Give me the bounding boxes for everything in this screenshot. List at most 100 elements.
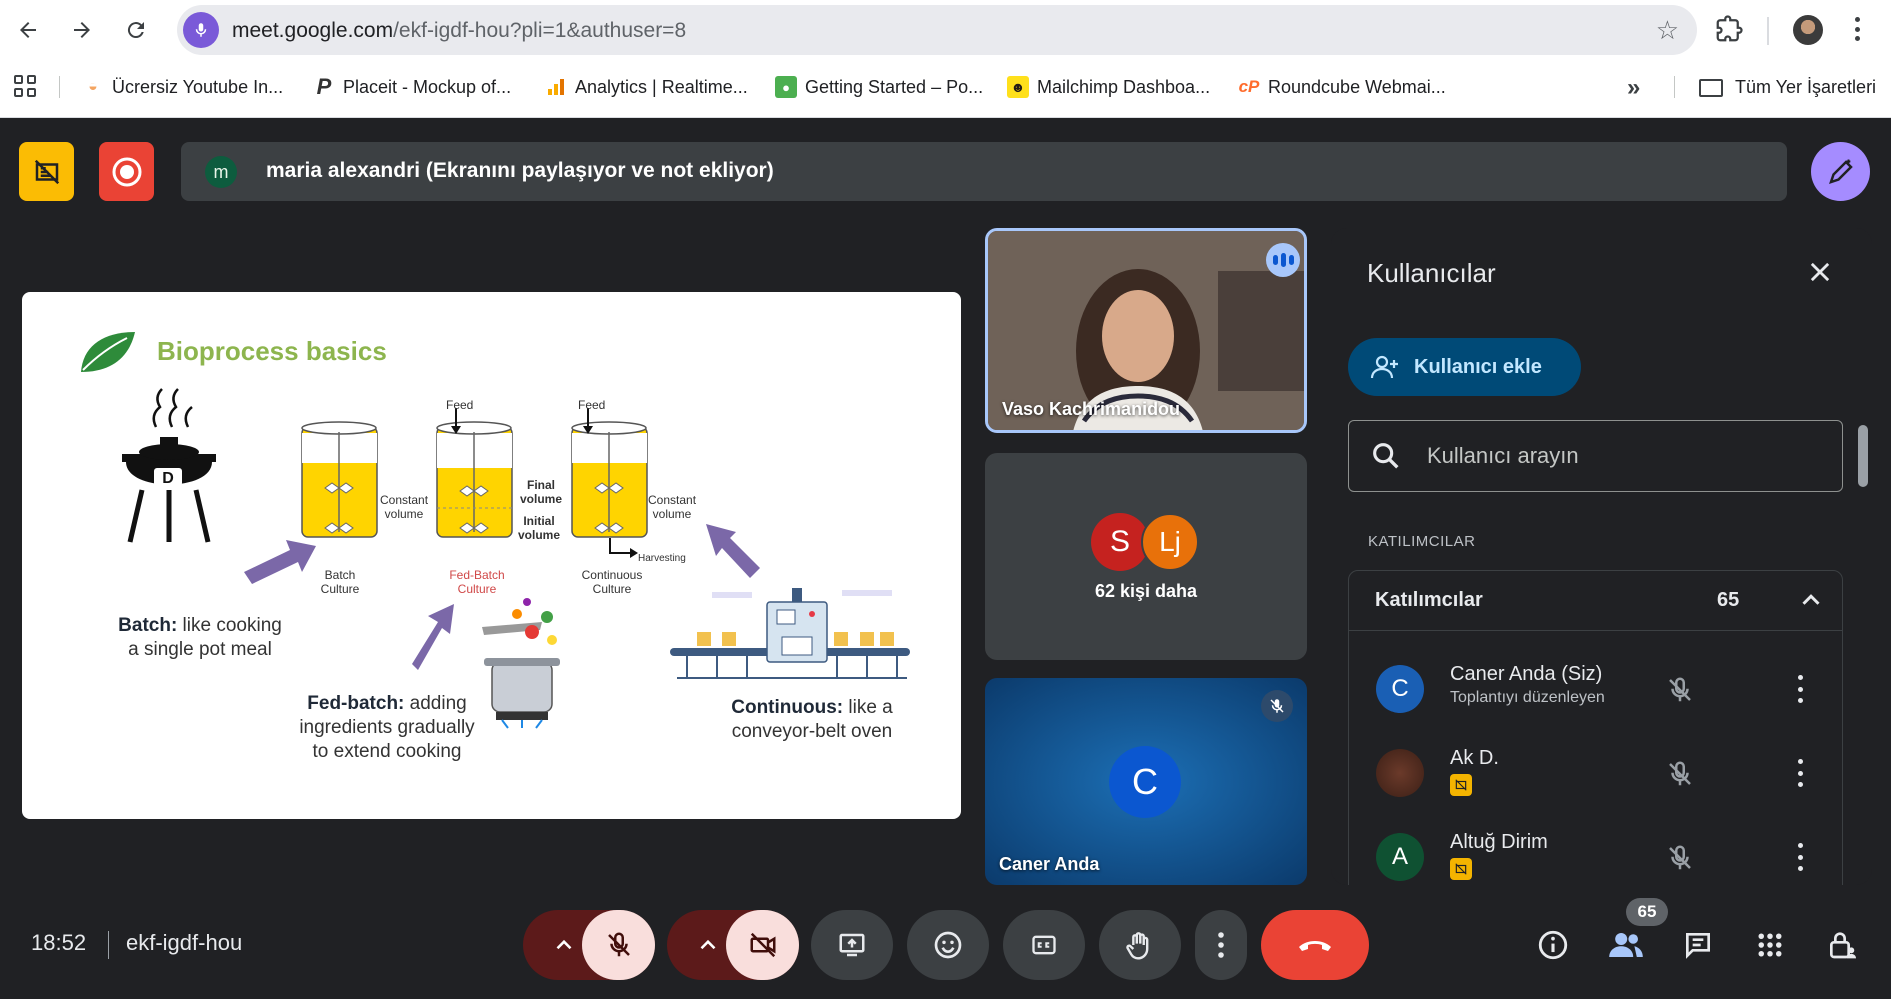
present-to-all-icon <box>839 933 865 957</box>
batch-culture-label: Batch Culture <box>320 568 360 596</box>
more-participants-tile[interactable]: S Lj 62 kişi daha <box>985 453 1307 660</box>
chat-button[interactable] <box>1678 925 1718 965</box>
apps-grid-icon[interactable] <box>14 75 36 97</box>
browser-toolbar: meet.google.com/ekf-igdf-hou?pli=1&authu… <box>0 0 1891 62</box>
url-path: /ekf-igdf-hou?pli=1&authuser=8 <box>393 19 687 42</box>
activities-button[interactable] <box>1750 925 1790 965</box>
harvesting-label: Harvesting <box>638 553 686 564</box>
reactions-button[interactable] <box>907 910 989 980</box>
meeting-time: 18:52 <box>31 930 87 955</box>
chevron-up-icon[interactable] <box>551 932 577 958</box>
participant-more-button[interactable] <box>1795 675 1805 703</box>
participant-more-button[interactable] <box>1795 843 1805 871</box>
camera-toggle-button[interactable] <box>726 910 799 980</box>
chevron-up-icon <box>1802 594 1820 605</box>
bookmark-roundcube[interactable]: cP Roundcube Webmai... <box>1238 74 1446 100</box>
forward-button[interactable] <box>64 12 100 48</box>
group-count: 65 <box>1717 589 1740 611</box>
bookmark-analytics[interactable]: Analytics | Realtime... <box>545 74 748 100</box>
bookmark-star-icon[interactable]: ☆ <box>1656 15 1679 46</box>
panel-title: Kullanıcılar <box>1367 258 1496 288</box>
final-volume-label: Final volume <box>520 478 563 506</box>
microphone-toggle-button[interactable] <box>582 910 655 980</box>
annotate-button[interactable] <box>1811 142 1870 201</box>
bookmark-placeit[interactable]: P Placeit - Mockup of... <box>313 74 511 100</box>
svg-text:D: D <box>162 470 174 487</box>
profile-avatar[interactable] <box>1793 15 1823 45</box>
constant-volume-label-cont: Constant volume <box>648 493 697 521</box>
people-icon <box>1609 933 1643 957</box>
person-add-icon <box>1370 355 1398 379</box>
raise-hand-button[interactable] <box>1099 910 1181 980</box>
chevron-up-icon[interactable] <box>695 932 721 958</box>
call-end-icon <box>1299 941 1331 951</box>
participant-tile-caner[interactable]: C Caner Anda <box>985 678 1307 885</box>
participant-more-button[interactable] <box>1795 759 1805 787</box>
participant-row[interactable]: A Altuğ Dirim <box>1349 817 1842 885</box>
all-bookmarks-link[interactable]: Tüm Yer İşaretleri <box>1735 74 1876 100</box>
bookmark-youtube[interactable]: ◒ Ücrersiz Youtube In... <box>82 74 283 100</box>
mailchimp-favicon: ☻ <box>1007 76 1029 98</box>
continuous-caption: Continuous: like a conveyor-belt oven <box>731 697 893 742</box>
people-panel: Kullanıcılar Kullanıcı ekle Kullanıcı ar… <box>1331 228 1872 885</box>
close-panel-button[interactable] <box>1806 258 1834 294</box>
bookmarks-bar: ◒ Ücrersiz Youtube In... P Placeit - Mocku… <box>0 66 1891 106</box>
meeting-info-button[interactable] <box>1533 925 1573 965</box>
muted-mic-icon[interactable] <box>1665 759 1695 789</box>
search-icon <box>1373 443 1399 469</box>
forward-arrow-icon <box>74 22 90 38</box>
bookmark-postman[interactable]: ● Getting Started – Po... <box>775 74 983 100</box>
back-button[interactable] <box>10 12 46 48</box>
postman-favicon: ● <box>775 76 797 98</box>
conveyor-oven-illustration <box>670 588 910 679</box>
people-search-input[interactable]: Kullanıcı arayın <box>1348 420 1843 492</box>
continuous-culture-label: Continuous Culture <box>581 568 643 596</box>
panel-scrollbar[interactable] <box>1858 425 1868 487</box>
muted-mic-icon[interactable] <box>1665 843 1695 873</box>
participant-row[interactable]: C Caner Anda (Siz) Toplantıyı düzenleyen <box>1349 649 1842 729</box>
close-icon <box>1810 262 1830 282</box>
muted-mic-icon[interactable] <box>1665 675 1695 705</box>
participant-avatar: C <box>1376 665 1424 713</box>
more-bookmarks-icon[interactable]: » <box>1627 74 1640 102</box>
camera-off-icon <box>750 932 775 958</box>
add-people-button[interactable]: Kullanıcı ekle <box>1348 338 1581 396</box>
info-icon <box>1538 930 1568 960</box>
people-button[interactable] <box>1606 925 1646 965</box>
participant-avatar-c: C <box>1109 746 1181 818</box>
leave-call-button[interactable] <box>1261 910 1369 980</box>
extensions-icon[interactable] <box>1714 14 1744 44</box>
participants-section-label: KATILIMCILAR <box>1368 533 1476 550</box>
voice-search-button[interactable] <box>183 12 219 48</box>
record-icon <box>112 157 141 186</box>
hide-self-view-button[interactable] <box>19 142 74 201</box>
hand-icon <box>1126 932 1149 960</box>
cpanel-favicon: cP <box>1238 77 1260 96</box>
mic-control-group <box>523 910 655 980</box>
more-options-button[interactable] <box>1195 910 1247 980</box>
present-screen-button[interactable] <box>811 910 893 980</box>
reload-button[interactable] <box>118 12 154 48</box>
participant-avatar <box>1376 749 1424 797</box>
participants-group-header[interactable]: Katılımcılar 65 <box>1349 571 1842 631</box>
emoji-icon <box>934 931 962 959</box>
lock-person-icon <box>1830 932 1856 959</box>
participant-avatar: A <box>1376 833 1424 881</box>
captions-button[interactable] <box>1003 910 1085 980</box>
participant-name: Caner Anda <box>999 854 1100 874</box>
feed-label-cont: Feed <box>578 398 606 412</box>
host-controls-button[interactable] <box>1822 925 1862 965</box>
people-count-badge: 65 <box>1626 898 1668 926</box>
analytics-favicon <box>545 76 567 98</box>
participant-tile-vaso[interactable]: Vaso Kachrimanidou <box>985 228 1307 433</box>
participant-row[interactable]: Ak D. <box>1349 733 1842 813</box>
address-bar[interactable]: meet.google.com/ekf-igdf-hou?pli=1&authu… <box>177 5 1697 55</box>
group-title: Katılımcılar <box>1375 589 1483 611</box>
bookmark-mailchimp[interactable]: ☻ Mailchimp Dashboa... <box>1007 74 1210 100</box>
recording-button[interactable] <box>99 142 154 201</box>
presenter-banner: m maria alexandri (Ekranını paylaşıyor v… <box>181 142 1787 201</box>
browser-menu-button[interactable] <box>1852 14 1862 44</box>
apps-icon <box>1758 933 1782 957</box>
toolbar-divider <box>1767 17 1769 45</box>
constant-volume-label-batch: Constant volume <box>380 493 429 521</box>
